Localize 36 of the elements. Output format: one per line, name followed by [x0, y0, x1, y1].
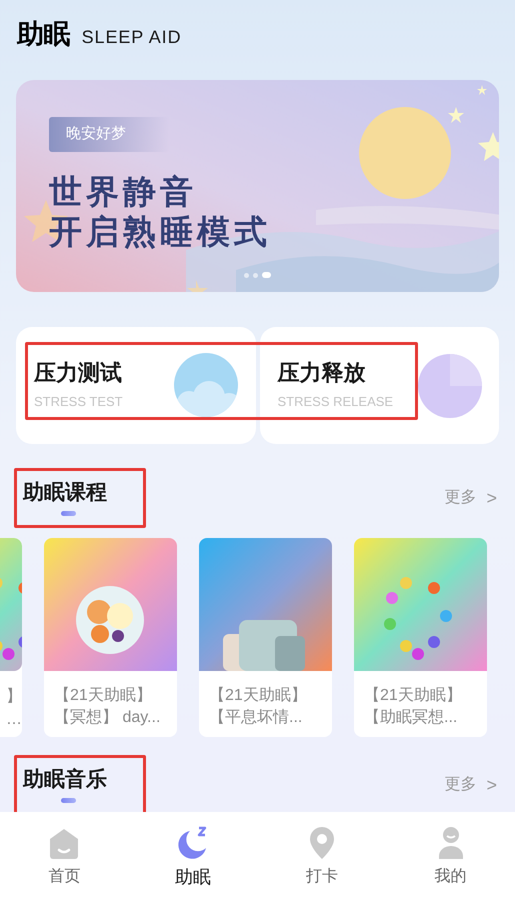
course-title: 【21天助眠】	[364, 686, 463, 706]
pie-icon	[417, 353, 483, 419]
tab-item[interactable]: 打卡	[258, 812, 386, 900]
course-card[interactable]: 】 …	[0, 538, 22, 737]
course-card[interactable]: 【21天助眠】 【助眠冥想...	[354, 538, 487, 737]
course-title: 【平息坏情...	[209, 708, 304, 728]
location-pin-icon	[308, 826, 335, 860]
card-subtitle: STRESS TEST	[34, 394, 123, 410]
section-title: 助眠音乐	[23, 766, 107, 793]
tab-item[interactable]: 助眠	[128, 812, 258, 900]
course-title: 【冥想】 day...	[54, 708, 162, 728]
tab-item[interactable]: 首页	[0, 812, 129, 900]
title-underline	[61, 798, 76, 803]
course-title: 】	[6, 686, 22, 707]
page-subtitle: SLEEP AID	[82, 28, 182, 48]
title-underline	[61, 511, 76, 516]
banner-headline: 世界静音 开启熟睡模式	[49, 172, 272, 252]
tab-item[interactable]: 我的	[386, 812, 515, 900]
course-card[interactable]: 【21天助眠】 【冥想】 day...	[44, 538, 177, 737]
card-subtitle: STRESS RELEASE	[278, 394, 394, 410]
card-title: 压力测试	[34, 359, 123, 387]
feature-card[interactable]: 压力释放 STRESS RELEASE	[260, 327, 499, 444]
course-title: 【助眠冥想...	[364, 708, 458, 728]
cloud-icon	[172, 353, 238, 417]
section-title: 助眠课程	[23, 480, 107, 506]
course-title: 【21天助眠】	[54, 686, 153, 706]
person-icon	[438, 826, 464, 860]
house-icon	[49, 828, 80, 860]
feature-card[interactable]: 压力测试 STRESS TEST	[16, 327, 256, 444]
page-title: 助眠	[17, 21, 70, 48]
course-title: 【21天助眠】	[209, 686, 308, 706]
course-card[interactable]: 【21天助眠】 【平息坏情...	[199, 538, 332, 737]
course-title: …	[6, 710, 22, 730]
chevron-icon: >	[486, 772, 497, 798]
chevron-icon: >	[486, 484, 497, 512]
card-title: 压力释放	[278, 359, 366, 387]
